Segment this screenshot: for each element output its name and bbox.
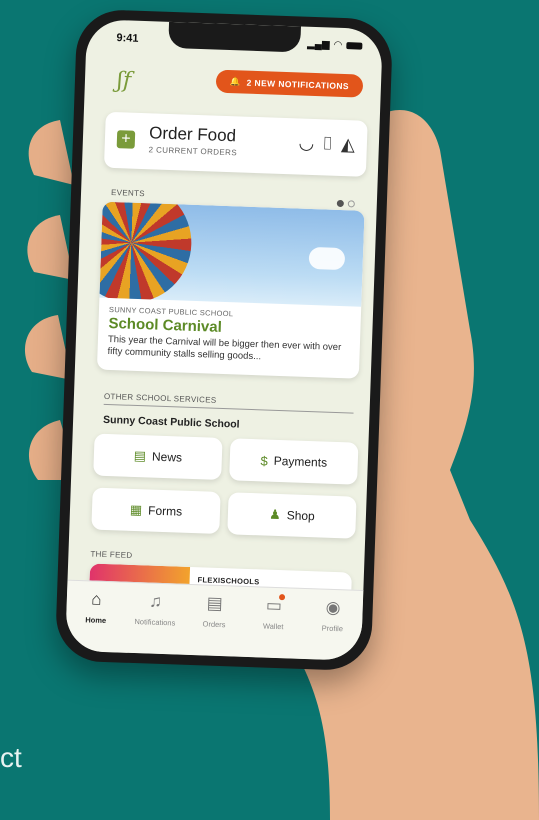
status-icons: ▂▄▆ ◠ (307, 39, 363, 52)
shop-label: Shop (286, 508, 315, 524)
dollar-icon: $ (260, 452, 269, 469)
tab-wallet[interactable]: ▭ Wallet (245, 594, 301, 659)
carousel-dots[interactable] (336, 199, 355, 208)
order-food-title: Order Food (148, 123, 237, 146)
wallet-icon: ▭ (266, 594, 286, 617)
cloud-graphic (308, 246, 346, 271)
event-description: This year the Carnival will be bigger th… (107, 333, 342, 363)
notch (168, 21, 301, 53)
carousel-dot[interactable] (336, 199, 344, 208)
divider (103, 403, 354, 414)
order-food-card[interactable]: + Order Food 2 CURRENT ORDERS ◡ ⌷ ◭ (103, 111, 368, 177)
payments-button[interactable]: $ Payments (229, 438, 359, 485)
tab-orders[interactable]: ▤ Orders (186, 593, 242, 657)
event-card[interactable]: SUNNY COAST PUBLIC SCHOOL School Carniva… (96, 201, 365, 379)
receipt-icon: ▤ (206, 593, 224, 614)
news-button[interactable]: ▤ News (93, 433, 223, 480)
shop-button[interactable]: ♟ Shop (227, 492, 357, 539)
order-food-subtitle: 2 CURRENT ORDERS (148, 145, 238, 158)
food-icons: ◡ ⌷ ◭ (298, 132, 355, 155)
wallet-badge (279, 594, 286, 601)
feed-label: THE FEED (90, 549, 133, 560)
app-logo: ʃf (116, 68, 132, 94)
news-label: News (151, 449, 183, 465)
forms-label: Forms (147, 503, 183, 519)
payments-label: Payments (273, 453, 328, 470)
watermelon-icon: ◭ (340, 133, 356, 155)
carnival-ride-graphic (99, 201, 194, 305)
drink-icon: ⌷ (321, 133, 334, 154)
signal-icon: ▂▄▆ (306, 38, 330, 51)
notifications-label: 2 NEW NOTIFICATIONS (246, 77, 350, 91)
tab-notifications[interactable]: ♫ Notifications (127, 591, 183, 655)
bowl-icon: ◡ (298, 132, 315, 154)
status-time: 9:41 (116, 32, 139, 45)
battery-icon (346, 42, 363, 50)
other-services-label: OTHER SCHOOL SERVICES (103, 391, 217, 405)
bell-outline-icon: ♫ (148, 591, 163, 611)
phone-frame: 9:41 ▂▄▆ ◠ ʃf 🔔 2 NEW NOTIFICATIONS + Or… (54, 8, 394, 672)
event-title: School Carnival (108, 314, 223, 336)
corner-text: ct (0, 742, 22, 773)
newspaper-icon: ▤ (133, 447, 147, 464)
events-label: EVENTS (110, 187, 146, 199)
school-name: Sunny Coast Public School (102, 413, 240, 431)
home-icon: ⌂ (91, 589, 102, 609)
app-screen: 9:41 ▂▄▆ ◠ ʃf 🔔 2 NEW NOTIFICATIONS + Or… (65, 19, 383, 661)
wifi-icon: ◠ (333, 39, 343, 51)
tab-profile[interactable]: ◉ Profile (304, 597, 360, 661)
tab-bar: ⌂ Home ♫ Notifications ▤ Orders ▭ Wallet… (65, 579, 364, 661)
notifications-button[interactable]: 🔔 2 NEW NOTIFICATIONS (215, 69, 364, 98)
forms-button[interactable]: ▦ Forms (91, 487, 221, 534)
carousel-dot[interactable] (347, 200, 355, 208)
tab-home[interactable]: ⌂ Home (68, 589, 124, 653)
bell-icon: 🔔 (229, 76, 241, 87)
event-image (99, 201, 365, 307)
clipboard-icon: ▦ (129, 501, 143, 518)
plus-icon: + (116, 130, 136, 149)
tshirt-icon: ♟ (268, 506, 282, 523)
profile-icon: ◉ (325, 597, 341, 618)
